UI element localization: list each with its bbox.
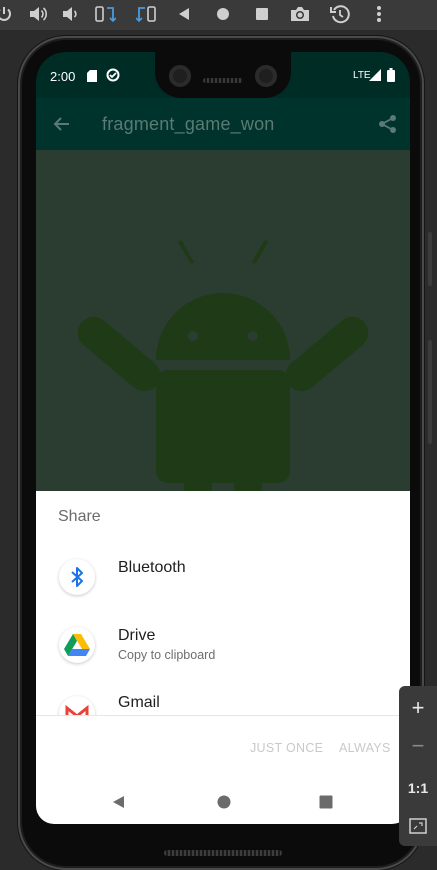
nav-home-icon[interactable] <box>217 795 231 814</box>
always-button[interactable]: ALWAYS <box>339 741 391 755</box>
share-icon[interactable] <box>378 114 398 139</box>
share-target-bluetooth[interactable]: Bluetooth <box>36 559 410 623</box>
status-time: 2:00 <box>50 69 76 84</box>
emulator-toolbar <box>0 0 437 30</box>
power-side-button <box>428 232 432 286</box>
sd-card-icon <box>87 70 97 85</box>
fit-screen-icon[interactable] <box>399 808 437 844</box>
earpiece-speaker <box>203 78 243 83</box>
snapshot-history-icon[interactable] <box>328 3 352 25</box>
back-icon[interactable] <box>172 3 196 25</box>
network-type: LTE <box>353 70 371 81</box>
share-target-label: Bluetooth <box>118 559 186 576</box>
share-target-subtitle: Copy to clipboard <box>118 648 216 662</box>
navigation-bar <box>36 783 410 823</box>
camera-icon[interactable] <box>288 3 312 25</box>
front-camera-left <box>169 65 191 87</box>
zoom-out-button[interactable]: − <box>399 728 437 764</box>
overview-icon[interactable] <box>250 3 274 25</box>
just-once-button[interactable]: JUST ONCE <box>250 741 323 755</box>
gmail-icon <box>59 696 95 716</box>
sheet-divider <box>36 715 410 716</box>
zoom-in-button[interactable]: + <box>399 690 437 726</box>
app-bar: fragment_game_won <box>36 98 410 150</box>
share-target-label: Gmail <box>118 694 160 711</box>
home-icon[interactable] <box>211 3 235 25</box>
data-saver-icon <box>106 68 120 85</box>
nav-overview-icon[interactable] <box>319 795 333 814</box>
nav-back-icon[interactable] <box>111 795 125 814</box>
app-title: fragment_game_won <box>102 114 275 134</box>
more-options-icon[interactable] <box>367 3 391 25</box>
share-sheet: Share Bluetooth Drive Copy to clipboard … <box>36 491 410 824</box>
back-arrow-icon[interactable] <box>52 115 70 138</box>
share-target-label: Drive <box>118 627 156 644</box>
google-drive-icon <box>59 627 95 663</box>
android-robot-icon <box>77 240 369 530</box>
game-won-content <box>36 150 410 550</box>
rotate-right-icon[interactable] <box>135 3 159 25</box>
volume-up-icon[interactable] <box>26 3 50 25</box>
volume-side-button <box>428 340 432 444</box>
phone-chin-speaker <box>164 850 282 856</box>
device-screen: 2:00 LTE fragment_game_won Share Bluetoo… <box>36 52 410 824</box>
share-sheet-title: Share <box>58 508 101 525</box>
front-camera-right <box>255 65 277 87</box>
emulator-zoom-panel: + − 1:1 <box>399 686 437 846</box>
bluetooth-icon <box>59 559 95 595</box>
share-target-gmail[interactable]: Gmail <box>36 694 410 716</box>
volume-down-icon[interactable] <box>58 3 82 25</box>
zoom-one-to-one-button[interactable]: 1:1 <box>399 770 437 806</box>
phone-notch <box>155 52 291 98</box>
share-target-drive[interactable]: Drive Copy to clipboard <box>36 627 410 691</box>
signal-icon <box>369 69 381 84</box>
rotate-left-icon[interactable] <box>93 3 117 25</box>
battery-icon <box>387 68 395 85</box>
power-icon[interactable] <box>0 3 16 25</box>
